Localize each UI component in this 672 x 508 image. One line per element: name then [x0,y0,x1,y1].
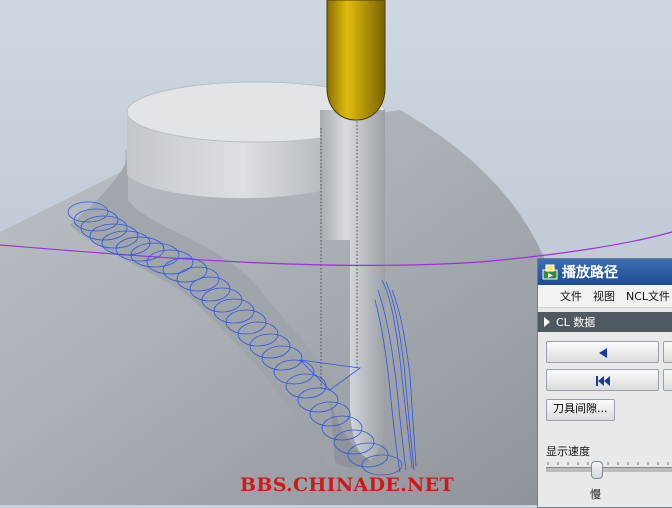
dialog-title: 播放路径 [562,265,618,281]
cutting-tool [326,0,386,121]
slow-label: 慢 [590,488,601,501]
display-speed-label: 显示速度 [546,445,590,458]
menu-file[interactable]: 文件 [560,288,582,304]
menu-view[interactable]: 视图 [593,288,615,304]
play-forward-button[interactable] [663,341,672,363]
playback-row-1 [538,338,672,366]
play-reverse-button[interactable] [546,341,659,363]
cl-data-section[interactable]: CL 数据 [538,312,672,332]
rewind-to-start-button[interactable] [546,369,659,391]
play-path-icon [542,264,558,280]
tool-clearance-button[interactable]: 刀具间隙... [546,399,615,421]
rewind-to-start-icon [596,376,610,386]
play-reverse-icon [599,348,607,358]
dialog-title-bar[interactable]: 播放路径 [538,259,672,285]
dialog-menubar: 文件 视图 NCL文件 [538,285,672,308]
step-forward-button[interactable] [663,369,672,391]
playback-row-2 [538,366,672,394]
menu-ncl-file[interactable]: NCL文件 [626,288,670,304]
clearance-row: 刀具间隙... [538,394,672,422]
play-path-dialog[interactable]: 播放路径 文件 视图 NCL文件 CL 数据 刀具间隙... 显示速度 慢 [537,258,672,508]
watermark-text: BBS.CHINADE.NET [240,474,454,496]
speed-slider-track[interactable] [546,467,672,472]
section-label: CL 数据 [556,316,596,329]
section-expand-icon[interactable] [544,317,550,327]
speed-slider-thumb[interactable] [591,461,603,479]
